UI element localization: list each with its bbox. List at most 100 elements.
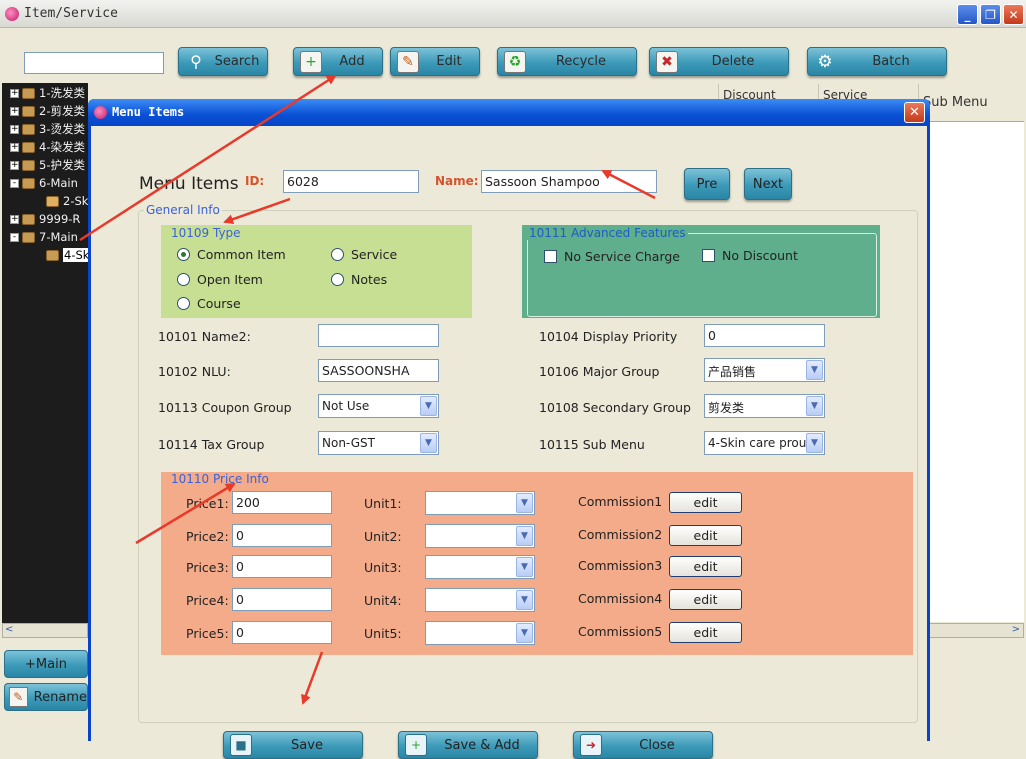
- coupon-group-select[interactable]: Not Use ▼: [318, 394, 439, 418]
- expand-icon[interactable]: +: [10, 124, 19, 134]
- maximize-icon[interactable]: ❐: [980, 4, 1001, 25]
- price-field[interactable]: 0: [232, 621, 332, 644]
- unit-select[interactable]: ▼: [425, 621, 535, 645]
- commission-label: Commission4: [578, 591, 663, 606]
- tree-node[interactable]: +2-剪发类: [10, 102, 85, 120]
- add-button[interactable]: + Add: [293, 47, 383, 76]
- delete-button[interactable]: ✖ Delete: [649, 47, 789, 76]
- tree-node[interactable]: +5-护发类: [10, 156, 85, 174]
- folder-icon: [22, 231, 35, 243]
- radio-icon[interactable]: [331, 273, 344, 286]
- chevron-down-icon[interactable]: ▼: [516, 590, 533, 610]
- checkbox-icon[interactable]: [544, 250, 557, 263]
- chevron-down-icon[interactable]: ▼: [516, 557, 533, 577]
- unit-select[interactable]: ▼: [425, 588, 535, 612]
- sub-menu-select[interactable]: 4-Skin care prou ▼: [704, 431, 825, 455]
- chevron-down-icon[interactable]: ▼: [420, 396, 437, 416]
- next-button[interactable]: Next: [744, 168, 792, 200]
- expand-icon[interactable]: +: [10, 88, 19, 98]
- radio-open-item[interactable]: Open Item: [177, 272, 263, 287]
- edit-pencil-icon: ✎: [397, 50, 419, 73]
- close-button[interactable]: ➜ Close: [573, 731, 713, 759]
- secondary-group-select[interactable]: 剪发类 ▼: [704, 394, 825, 418]
- radio-common-item[interactable]: Common Item: [177, 247, 286, 262]
- radio-selected-icon[interactable]: [177, 248, 190, 261]
- tree-node[interactable]: 2-Sk: [46, 192, 88, 210]
- expand-icon[interactable]: +: [10, 214, 19, 224]
- type-group: 10109 Type Common Item Service Open Item…: [161, 225, 472, 318]
- collapse-icon[interactable]: -: [10, 232, 19, 242]
- price-field[interactable]: 0: [232, 524, 332, 547]
- expand-icon[interactable]: +: [10, 142, 19, 152]
- radio-notes[interactable]: Notes: [331, 272, 387, 287]
- no-service-charge-checkbox[interactable]: No Service Charge: [544, 249, 680, 264]
- search-button[interactable]: ⚲ Search: [178, 47, 268, 76]
- edit-button[interactable]: ✎ Edit: [390, 47, 480, 76]
- chevron-down-icon[interactable]: ▼: [420, 433, 437, 453]
- category-tree[interactable]: +1-洗发类 +2-剪发类 +3-烫发类 +4-染发类 +5-护发类 - 6-Ma…: [2, 83, 88, 638]
- name-field[interactable]: Sassoon Shampoo: [481, 170, 657, 193]
- column-header-sub-menu[interactable]: Sub Menu: [918, 84, 1024, 122]
- chevron-down-icon[interactable]: ▼: [516, 526, 533, 546]
- pre-button[interactable]: Pre: [684, 168, 730, 200]
- chevron-down-icon[interactable]: ▼: [516, 623, 533, 643]
- collapse-icon[interactable]: -: [10, 178, 19, 188]
- tree-node-selected[interactable]: 4-Sk: [46, 246, 88, 264]
- radio-service[interactable]: Service: [331, 247, 397, 262]
- items-grid-body[interactable]: [929, 122, 1024, 622]
- dialog-close-icon[interactable]: ✕: [904, 102, 925, 123]
- commission-edit-button[interactable]: edit: [669, 589, 742, 610]
- commission-edit-button[interactable]: edit: [669, 556, 742, 577]
- rename-button[interactable]: ✎ Rename: [4, 683, 88, 711]
- tax-group-select[interactable]: Non-GST ▼: [318, 431, 439, 455]
- grid-horizontal-scrollbar[interactable]: >: [929, 623, 1024, 638]
- minimize-icon[interactable]: _: [957, 4, 978, 25]
- name2-field[interactable]: [318, 324, 439, 347]
- unit-select[interactable]: ▼: [425, 555, 535, 579]
- price-field[interactable]: 200: [232, 491, 332, 514]
- unit-select[interactable]: ▼: [425, 491, 535, 515]
- nlu-field[interactable]: SASSOONSHA: [318, 359, 439, 382]
- chevron-down-icon[interactable]: ▼: [806, 396, 823, 416]
- tree-horizontal-scrollbar[interactable]: <: [2, 623, 88, 638]
- recycle-button[interactable]: ♻ Recycle: [497, 47, 637, 76]
- close-icon[interactable]: ✕: [1003, 4, 1024, 25]
- search-input[interactable]: [24, 52, 164, 74]
- unit-label: Unit1:: [364, 496, 402, 511]
- commission-edit-button[interactable]: edit: [669, 525, 742, 546]
- commission-edit-button[interactable]: edit: [669, 492, 742, 513]
- unit-label: Unit4:: [364, 593, 402, 608]
- expand-icon[interactable]: +: [10, 106, 19, 116]
- unit-select[interactable]: ▼: [425, 524, 535, 548]
- tree-node[interactable]: +4-染发类: [10, 138, 85, 156]
- radio-icon[interactable]: [177, 297, 190, 310]
- batch-button[interactable]: ⚙ Batch: [807, 47, 947, 76]
- folder-icon: [22, 87, 35, 99]
- tree-node[interactable]: +1-洗发类: [10, 84, 85, 102]
- add-main-button[interactable]: +Main: [4, 650, 88, 678]
- radio-icon[interactable]: [177, 273, 190, 286]
- expand-icon[interactable]: +: [10, 160, 19, 170]
- tree-node[interactable]: +3-烫发类: [10, 120, 85, 138]
- display-priority-field[interactable]: 0: [704, 324, 825, 347]
- tree-node[interactable]: +9999-R: [10, 210, 80, 228]
- scroll-left-icon[interactable]: <: [5, 624, 13, 635]
- tree-node-label: 4-Sk: [63, 248, 88, 262]
- major-group-select[interactable]: 产品销售 ▼: [704, 358, 825, 382]
- price-field[interactable]: 0: [232, 555, 332, 578]
- commission-edit-button[interactable]: edit: [669, 622, 742, 643]
- radio-course[interactable]: Course: [177, 296, 241, 311]
- id-field[interactable]: 6028: [283, 170, 419, 193]
- tree-node[interactable]: - 7-Main: [10, 228, 78, 246]
- save-button[interactable]: ■ Save: [223, 731, 363, 759]
- no-discount-checkbox[interactable]: No Discount: [702, 248, 798, 263]
- scroll-right-icon[interactable]: >: [1012, 624, 1020, 635]
- tree-node[interactable]: - 6-Main: [10, 174, 78, 192]
- save-add-button[interactable]: + Save & Add: [398, 731, 538, 759]
- checkbox-icon[interactable]: [702, 249, 715, 262]
- price-field[interactable]: 0: [232, 588, 332, 611]
- chevron-down-icon[interactable]: ▼: [806, 433, 823, 453]
- radio-icon[interactable]: [331, 248, 344, 261]
- chevron-down-icon[interactable]: ▼: [516, 493, 533, 513]
- chevron-down-icon[interactable]: ▼: [806, 360, 823, 380]
